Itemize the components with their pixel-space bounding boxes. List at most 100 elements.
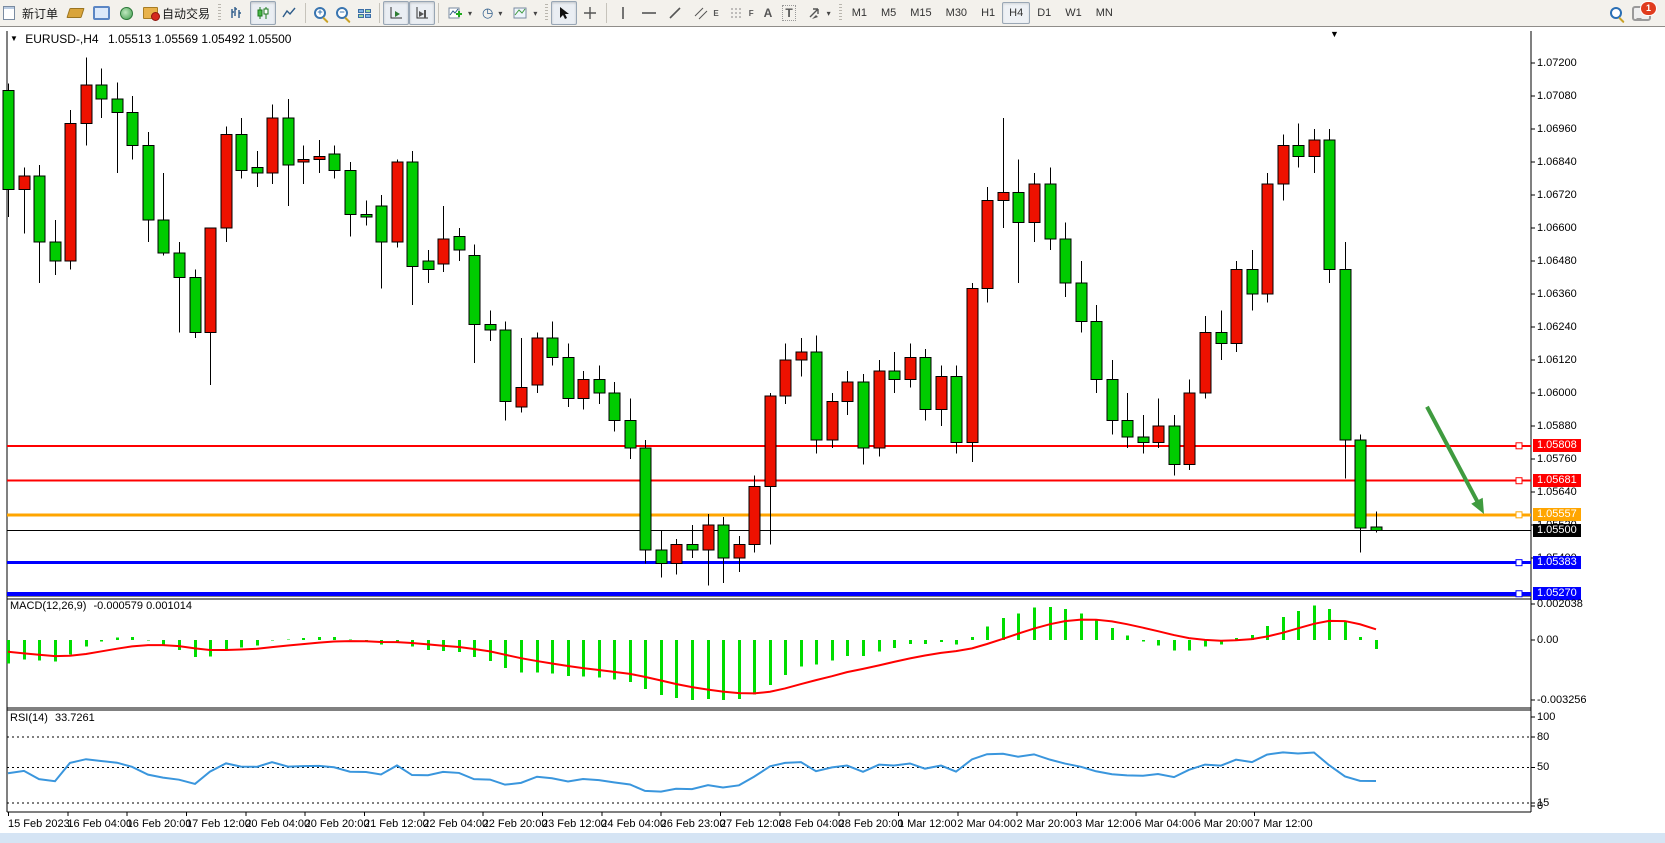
- candle-body: [1122, 421, 1133, 438]
- arrows-icon: [806, 5, 822, 21]
- candle-body: [361, 214, 372, 217]
- line-chart-button[interactable]: [276, 1, 302, 25]
- candle-body: [998, 192, 1009, 200]
- monitor-icon: [93, 6, 110, 20]
- candle-body: [1153, 426, 1164, 443]
- candle-body: [1247, 269, 1258, 294]
- candle-body: [1355, 440, 1366, 528]
- candle-body: [1262, 184, 1273, 294]
- price-line-handle[interactable]: [1516, 560, 1522, 566]
- zoom-out-icon: −: [336, 7, 348, 19]
- data-window-button[interactable]: [88, 1, 115, 25]
- horizontal-line-tool-button[interactable]: [636, 1, 662, 25]
- notifications-button[interactable]: 1: [1627, 1, 1656, 25]
- candle-body: [96, 85, 107, 99]
- vertical-line-tool-button[interactable]: [610, 1, 636, 25]
- text-label-tool-button[interactable]: T: [777, 1, 800, 25]
- candle-body: [1324, 140, 1335, 269]
- trendline-tool-button[interactable]: [662, 1, 688, 25]
- chart-shift-button[interactable]: [409, 1, 435, 25]
- candle-body: [1169, 426, 1180, 465]
- horizontal-line-icon: [641, 5, 657, 21]
- candle-body: [982, 201, 993, 289]
- candle-body: [1200, 333, 1211, 394]
- zoom-out-button[interactable]: −: [331, 1, 353, 25]
- timeframe-MN[interactable]: MN: [1089, 2, 1120, 24]
- notification-badge: 1: [1641, 2, 1656, 15]
- market-watch-button[interactable]: [63, 1, 88, 25]
- auto-scroll-button[interactable]: [383, 1, 409, 25]
- price-line-handle[interactable]: [1516, 512, 1522, 518]
- candle-body: [889, 371, 900, 379]
- price-line-handle[interactable]: [1516, 443, 1522, 449]
- timeframe-H1[interactable]: H1: [974, 2, 1002, 24]
- candle-body: [376, 206, 387, 242]
- annotation-arrow[interactable]: [1427, 407, 1480, 507]
- text-tool-button[interactable]: A: [759, 1, 778, 25]
- templates-button[interactable]: ▾: [507, 1, 542, 25]
- candle-body: [143, 146, 154, 220]
- candle-body: [1013, 192, 1024, 222]
- vertical-line-icon: [615, 5, 631, 21]
- candle-body: [298, 159, 309, 162]
- candle-body: [190, 278, 201, 333]
- autotrading-button[interactable]: 自动交易: [138, 1, 215, 25]
- cursor-tool-button[interactable]: [551, 1, 577, 25]
- candle-body: [842, 382, 853, 401]
- arrows-tool-button[interactable]: ▾: [801, 1, 836, 25]
- timeframe-M1[interactable]: M1: [845, 2, 874, 24]
- chart-shift-marker-icon[interactable]: ▼: [1330, 29, 1339, 39]
- clock-icon: ◷: [482, 5, 493, 21]
- timeframe-M30[interactable]: M30: [939, 2, 974, 24]
- candle-body: [594, 379, 605, 393]
- channel-icon: [693, 5, 709, 21]
- candle-body: [1309, 140, 1320, 157]
- symbol-dropdown-icon[interactable]: ▼: [10, 34, 18, 43]
- timeframe-H4[interactable]: H4: [1002, 2, 1030, 24]
- zoom-in-button[interactable]: +: [309, 1, 331, 25]
- candle-body: [734, 544, 745, 558]
- candle-body: [1138, 437, 1149, 443]
- gold-ingot-icon: [66, 8, 84, 18]
- search-button[interactable]: [1605, 1, 1627, 25]
- toolbar-separator: [438, 3, 439, 23]
- autotrading-icon: [143, 7, 158, 19]
- label-tool-letter: T: [782, 5, 795, 21]
- candle-body: [1060, 239, 1071, 283]
- candle-body: [19, 176, 30, 190]
- candle-body: [951, 377, 962, 443]
- crosshair-tool-button[interactable]: [577, 1, 603, 25]
- tile-windows-button[interactable]: [353, 1, 376, 25]
- candlestick-chart-button[interactable]: [250, 1, 276, 25]
- timeframe-W1[interactable]: W1: [1058, 2, 1089, 24]
- candle-body: [454, 236, 465, 250]
- candle-body: [1371, 527, 1382, 531]
- chart-ohlc-values: 1.05513 1.05569 1.05492 1.05500: [108, 32, 292, 46]
- candle-body: [827, 401, 838, 440]
- candle-body: [967, 289, 978, 443]
- periods-button[interactable]: ◷▾: [477, 1, 507, 25]
- bar-chart-button[interactable]: [224, 1, 250, 25]
- candle-body: [811, 352, 822, 440]
- timeframe-D1[interactable]: D1: [1030, 2, 1058, 24]
- price-line-handle[interactable]: [1516, 478, 1522, 484]
- fibonacci-tool-button[interactable]: F: [724, 1, 759, 25]
- candle-body: [578, 379, 589, 398]
- price-line-handle[interactable]: [1516, 591, 1522, 597]
- candle-body: [500, 330, 511, 402]
- timeframe-M15[interactable]: M15: [903, 2, 938, 24]
- candle-body: [780, 360, 791, 396]
- equidistant-channel-tool-button[interactable]: E: [688, 1, 723, 25]
- candle-body: [127, 113, 138, 146]
- timeframe-M5[interactable]: M5: [874, 2, 903, 24]
- new-order-label: 新订单: [22, 5, 58, 22]
- toolbar-separator: [379, 3, 380, 23]
- new-order-button[interactable]: 新订单: [17, 1, 63, 25]
- candle-body: [329, 154, 340, 171]
- toolbar-grip: [218, 4, 221, 22]
- sound-alerts-button[interactable]: [115, 1, 138, 25]
- candle-body: [112, 99, 123, 113]
- candle-body: [796, 352, 807, 360]
- indicators-button[interactable]: ▾: [442, 1, 477, 25]
- candle-body: [625, 421, 636, 449]
